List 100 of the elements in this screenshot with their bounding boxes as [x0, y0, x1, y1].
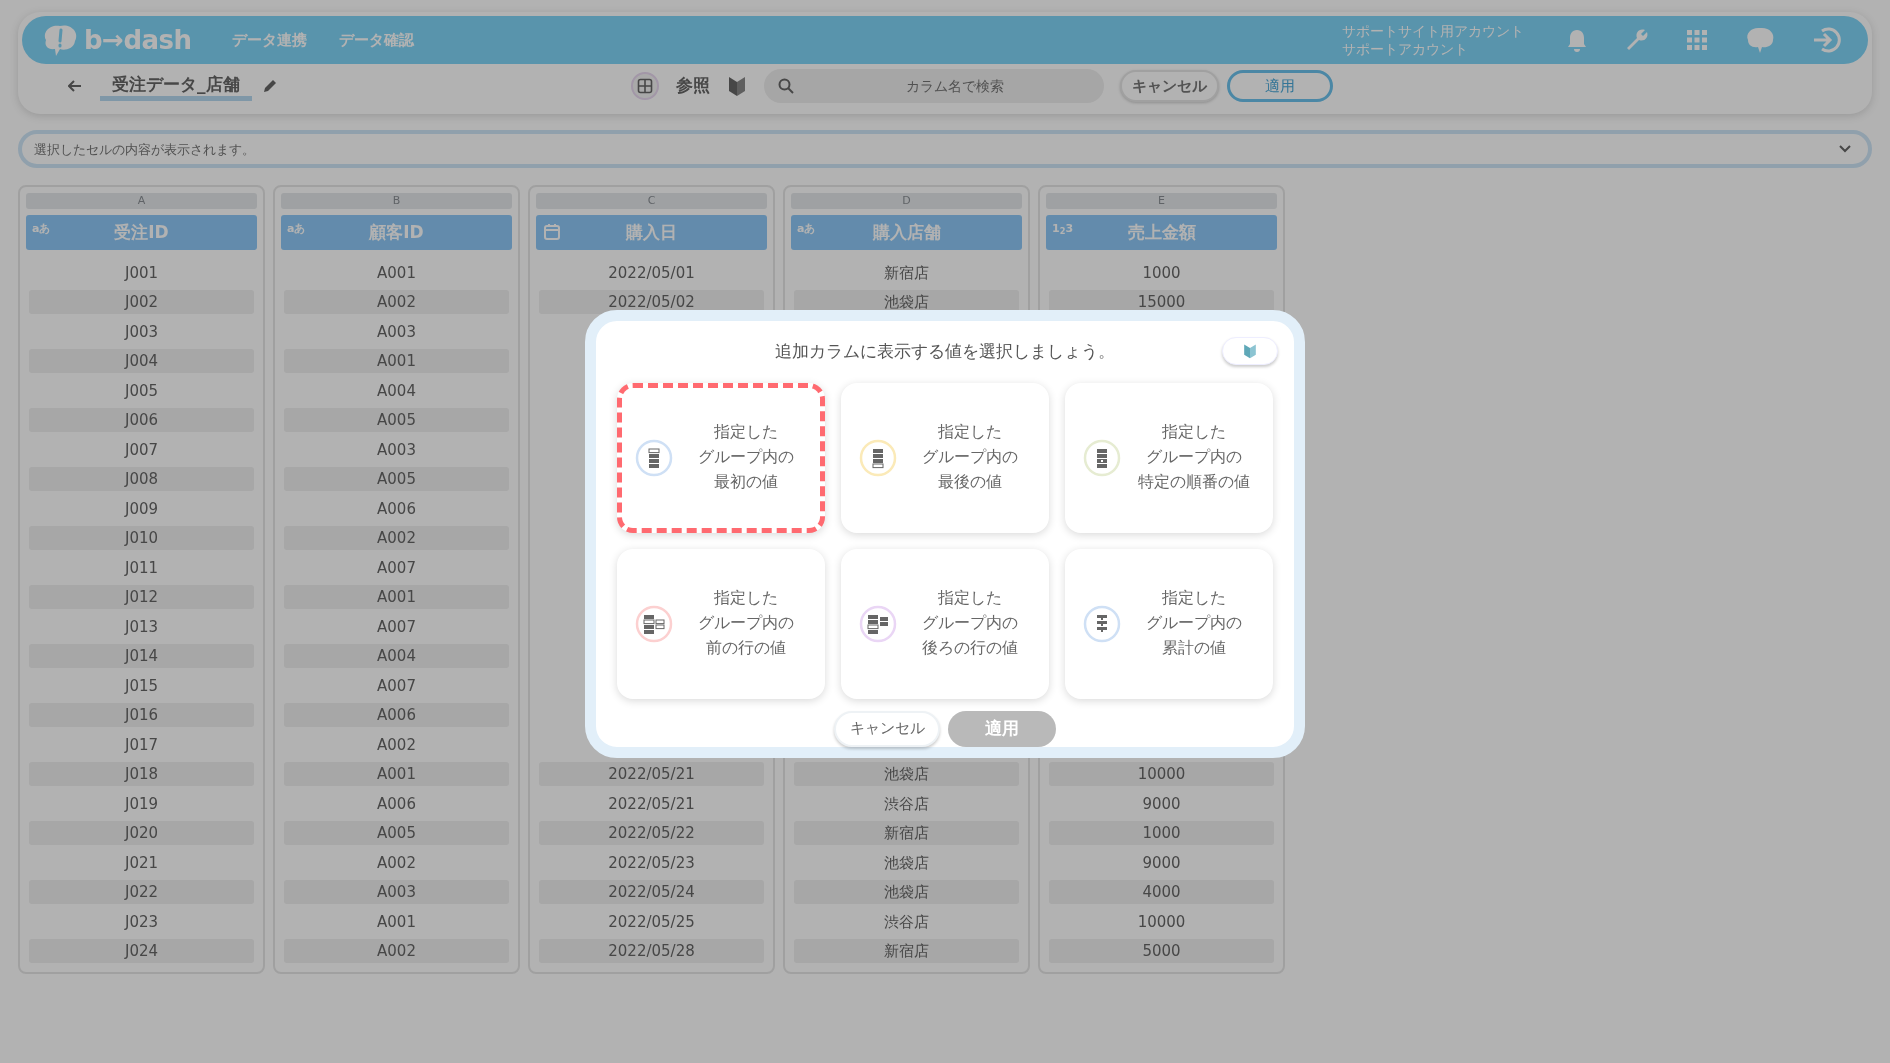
column-name: 売上金額 — [1127, 220, 1196, 244]
search-field[interactable]: カラム名で検索 — [763, 69, 1104, 103]
table-view-icon[interactable] — [629, 71, 660, 101]
table-cell[interactable]: A002 — [284, 732, 509, 757]
table-cell[interactable]: J004 — [29, 349, 254, 374]
table-cell[interactable]: J017 — [29, 732, 254, 757]
table-cell[interactable]: A002 — [284, 939, 509, 964]
table-cell[interactable]: 2022/05/24 — [539, 880, 764, 905]
beginner-mark-icon — [1243, 343, 1257, 360]
table-cell[interactable]: 新宿店 — [794, 821, 1019, 846]
chevron-down-icon[interactable] — [1838, 144, 1852, 154]
table-cell[interactable]: J008 — [29, 467, 254, 492]
table-cell[interactable]: A007 — [284, 673, 509, 698]
column-letter[interactable]: A — [26, 193, 257, 209]
account-name: サポートサイト用アカウント — [1342, 21, 1524, 40]
table-cell[interactable]: 2022/05/21 — [539, 762, 764, 787]
dataset-title: 受注データ_店舗 — [100, 71, 252, 101]
table-cell[interactable]: A006 — [284, 496, 509, 521]
table-cell[interactable]: J014 — [29, 644, 254, 669]
table-cell[interactable]: J012 — [29, 585, 254, 610]
table-cell[interactable]: J020 — [29, 821, 254, 846]
table-cell[interactable]: 5000 — [1049, 939, 1274, 964]
table-cell[interactable]: A005 — [284, 408, 509, 433]
table-cell[interactable]: 2022/05/01 — [539, 260, 764, 285]
column-letter[interactable]: E — [1046, 193, 1277, 209]
table-cell[interactable]: A007 — [284, 614, 509, 639]
table-cell[interactable]: J009 — [29, 496, 254, 521]
table-cell[interactable]: A002 — [284, 850, 509, 875]
option-card[interactable]: 指定した グループ内の 最初の値 — [617, 382, 825, 533]
table-cell[interactable]: A001 — [284, 260, 509, 285]
table-cell[interactable]: 渋谷店 — [794, 909, 1019, 934]
table-cell[interactable]: 1000 — [1049, 260, 1274, 285]
table-cell[interactable]: J007 — [29, 437, 254, 462]
table-cell[interactable]: 1000 — [1049, 821, 1274, 846]
table-cell[interactable]: 新宿店 — [794, 260, 1019, 285]
table-cell[interactable]: A002 — [284, 290, 509, 315]
table-cell[interactable]: J016 — [29, 703, 254, 728]
table-cell[interactable]: 10000 — [1049, 909, 1274, 934]
table-cell[interactable]: 池袋店 — [794, 762, 1019, 787]
type-label: aあ — [32, 221, 51, 237]
table-cell[interactable]: A001 — [284, 762, 509, 787]
table-cell[interactable]: 4000 — [1049, 880, 1274, 905]
table-cell[interactable]: A001 — [284, 585, 509, 610]
first-row-icon — [634, 437, 674, 478]
table-cell[interactable]: 池袋店 — [794, 880, 1019, 905]
table-cell[interactable]: A002 — [284, 526, 509, 551]
table-cell[interactable]: A003 — [284, 880, 509, 905]
table-cell[interactable]: A007 — [284, 555, 509, 580]
table-cell[interactable]: 渋谷店 — [794, 791, 1019, 816]
reference-label: 参照 — [675, 74, 710, 98]
cell-content-field[interactable]: 選択したセルの内容が表示されます。 — [18, 130, 1872, 168]
table-cell[interactable]: 10000 — [1049, 762, 1274, 787]
table-cell[interactable]: A005 — [284, 467, 509, 492]
table-cell[interactable]: A003 — [284, 319, 509, 344]
table-cell[interactable]: J022 — [29, 880, 254, 905]
column-letter[interactable]: C — [536, 193, 767, 209]
option-label: 指定した グループ内の 最初の値 — [697, 421, 795, 493]
table-cell[interactable]: J001 — [29, 260, 254, 285]
table-cell[interactable]: A004 — [284, 644, 509, 669]
previous-row-icon — [634, 603, 674, 644]
cancel-button[interactable]: キャンセル — [1119, 70, 1219, 102]
table-cell[interactable]: 9000 — [1049, 791, 1274, 816]
column-letter[interactable]: B — [281, 193, 512, 209]
table-cell[interactable]: J002 — [29, 290, 254, 315]
type-label: aあ — [797, 221, 816, 237]
column-name: 購入日 — [626, 220, 677, 244]
table-cell[interactable]: 9000 — [1049, 850, 1274, 875]
option-label: 指定した グループ内の 後ろの行の値 — [921, 587, 1019, 659]
apply-button[interactable]: 適用 — [1226, 70, 1333, 102]
table-cell[interactable]: J019 — [29, 791, 254, 816]
table-cell[interactable]: A001 — [284, 349, 509, 374]
table-cell[interactable]: A004 — [284, 378, 509, 403]
table-cell[interactable]: J006 — [29, 408, 254, 433]
table-cell[interactable]: 2022/05/25 — [539, 909, 764, 934]
cancel-button[interactable]: キャンセル — [834, 710, 940, 747]
account-role: サポートアカウント — [1342, 40, 1469, 59]
table-cell[interactable]: A006 — [284, 703, 509, 728]
table-cell[interactable]: A006 — [284, 791, 509, 816]
table-cell[interactable]: J023 — [29, 909, 254, 934]
table-cell[interactable]: J018 — [29, 762, 254, 787]
table-cell[interactable]: 新宿店 — [794, 939, 1019, 964]
table-cell[interactable]: J021 — [29, 850, 254, 875]
table-cell[interactable]: J015 — [29, 673, 254, 698]
table-cell[interactable]: 2022/05/22 — [539, 821, 764, 846]
table-cell[interactable]: A003 — [284, 437, 509, 462]
table-cell[interactable]: A001 — [284, 909, 509, 934]
hint-button[interactable] — [1222, 337, 1278, 365]
table-cell[interactable]: J003 — [29, 319, 254, 344]
table-cell[interactable]: J005 — [29, 378, 254, 403]
table-cell[interactable]: J024 — [29, 939, 254, 964]
table-cell[interactable]: 2022/05/23 — [539, 850, 764, 875]
table-cell[interactable]: 2022/05/28 — [539, 939, 764, 964]
table-cell[interactable]: 池袋店 — [794, 850, 1019, 875]
table-cell[interactable]: J011 — [29, 555, 254, 580]
table-cell[interactable]: A005 — [284, 821, 509, 846]
next-row-icon — [858, 603, 898, 644]
column-letter[interactable]: D — [791, 193, 1022, 209]
table-cell[interactable]: J010 — [29, 526, 254, 551]
table-cell[interactable]: 2022/05/21 — [539, 791, 764, 816]
table-cell[interactable]: J013 — [29, 614, 254, 639]
